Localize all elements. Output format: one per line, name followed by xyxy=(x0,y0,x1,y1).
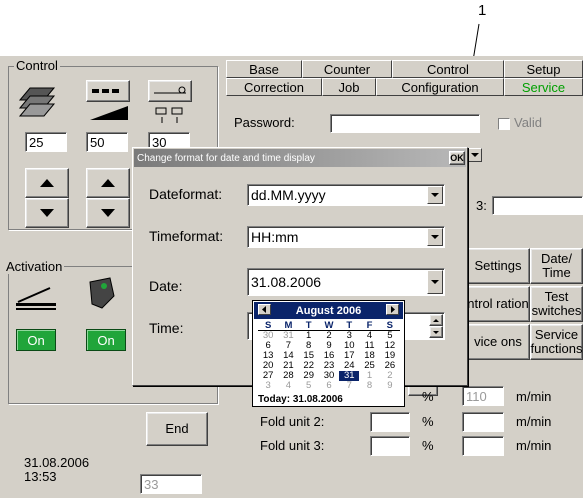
decrease-button-2[interactable] xyxy=(86,198,130,228)
calendar-day[interactable]: 6 xyxy=(319,381,339,391)
control-operation-button[interactable]: ntrol ration xyxy=(466,286,530,322)
dashes-icon xyxy=(92,89,119,93)
timeformat-label: Timeformat: xyxy=(149,228,224,244)
dateformat-label: Dateformat: xyxy=(149,186,223,202)
service-options-button[interactable]: vice ons xyxy=(466,324,530,360)
machine-icon xyxy=(84,276,124,312)
pattern-button[interactable] xyxy=(86,80,130,102)
ramp-icon xyxy=(88,104,130,122)
fold-unit-2-speed-unit: m/min xyxy=(516,414,552,429)
dateformat-dropdown-arrow[interactable] xyxy=(427,186,443,204)
end-button[interactable]: End xyxy=(146,412,208,446)
dialog-ok-button[interactable]: OK xyxy=(449,151,465,165)
decrease-button-1[interactable] xyxy=(25,198,69,228)
gauge-button[interactable] xyxy=(148,80,192,102)
calendar-popup: August 2006 S M T W T F S 30 31 1 2 3 4 5 6 7 8 9 10 11 12 13… xyxy=(252,300,405,407)
dropdown-arrow-button[interactable] xyxy=(468,148,482,162)
time-spin-down[interactable] xyxy=(429,326,443,338)
calendar-day[interactable]: 8 xyxy=(359,381,379,391)
up-arrow-icon xyxy=(101,179,115,187)
tab-base[interactable]: Base xyxy=(226,60,302,78)
date-dropdown-arrow[interactable] xyxy=(427,270,443,294)
calendar-day[interactable]: 7 xyxy=(339,381,359,391)
timeformat-select[interactable]: HH:mm xyxy=(247,226,445,248)
activation-group-title: Activation xyxy=(4,259,65,274)
password-label: Password: xyxy=(234,115,295,130)
calendar-prev-button[interactable] xyxy=(258,304,271,315)
fold-unit-3-pct-input[interactable] xyxy=(370,436,410,456)
tab-control[interactable]: Control xyxy=(392,60,504,78)
timeformat-dropdown-arrow[interactable] xyxy=(427,228,443,246)
increase-button-1[interactable] xyxy=(25,168,69,198)
test-switches-button[interactable]: Test switches xyxy=(530,286,583,322)
calendar-month: August 2006 xyxy=(295,304,362,317)
password-input[interactable] xyxy=(330,114,480,133)
fold-unit-2-label: Fold unit 2: xyxy=(260,414,325,429)
spin-down-icon xyxy=(433,330,439,334)
chevron-left-icon xyxy=(262,306,266,313)
calendar-next-button[interactable] xyxy=(386,304,399,315)
status-datetime: 31.08.2006 13:53 xyxy=(24,455,90,484)
settings-button[interactable]: Settings xyxy=(466,248,530,284)
control-value-1[interactable]: 25 xyxy=(25,132,67,152)
stack-icon xyxy=(14,80,58,124)
tab-configuration[interactable]: Configuration xyxy=(376,78,504,96)
fold-unit-2-speed-input[interactable] xyxy=(462,412,504,432)
activation-on-button-2[interactable]: On xyxy=(86,329,126,351)
date-label: Date: xyxy=(149,278,183,294)
date-value: 31.08.2006 xyxy=(251,274,322,290)
control-value-2[interactable]: 50 xyxy=(86,132,128,152)
fold-unit-3-pct-unit: % xyxy=(422,438,434,453)
dialog-title-bar: Change format for date and time display xyxy=(134,149,466,167)
control-group-title: Control xyxy=(14,58,60,73)
calendar-header: August 2006 xyxy=(254,302,403,319)
increase-button-2[interactable] xyxy=(86,168,130,198)
activation-on-button-1[interactable]: On xyxy=(16,329,56,351)
fold-unit-1-pct-unit: % xyxy=(422,389,434,404)
calendar-day[interactable]: 5 xyxy=(299,381,319,391)
fold-unit-2-pct-unit: % xyxy=(422,414,434,429)
time-label: Time: xyxy=(149,320,184,336)
calendar-today[interactable]: Today: 31.08.2006 xyxy=(258,394,343,405)
calendar-day[interactable]: 9 xyxy=(380,381,400,391)
fold-unit-3-speed-input[interactable] xyxy=(462,436,504,456)
timeformat-value: HH:mm xyxy=(251,229,299,245)
chevron-right-icon xyxy=(391,306,395,313)
gauge-icon xyxy=(154,86,186,94)
tab-job[interactable]: Job xyxy=(322,78,376,96)
date-picker[interactable]: 31.08.2006 xyxy=(247,268,445,296)
dialog-title: Change format for date and time display xyxy=(137,152,315,164)
fold-unit-3-label: Fold unit 3: xyxy=(260,438,325,453)
down-arrow-icon xyxy=(40,209,54,217)
up-arrow-icon xyxy=(40,179,54,187)
spacing-icon xyxy=(152,106,188,124)
down-arrow-icon xyxy=(101,209,115,217)
date-time-button[interactable]: Date/ Time xyxy=(530,248,583,284)
dateformat-select[interactable]: dd.MM.yyyy xyxy=(247,184,445,206)
tab-service[interactable]: Service xyxy=(504,78,583,96)
fold-unit-2-pct-input[interactable] xyxy=(370,412,410,432)
valid-label: Valid xyxy=(514,115,542,130)
spin-up-icon xyxy=(433,318,439,322)
tab-counter[interactable]: Counter xyxy=(302,60,392,78)
tab-setup[interactable]: Setup xyxy=(504,60,583,78)
feeder-icon xyxy=(14,282,58,312)
calendar-day[interactable]: 3 xyxy=(258,381,278,391)
time-spin-up[interactable] xyxy=(429,314,443,326)
fold-unit-1-speed-unit: m/min xyxy=(516,389,552,404)
tab-correction[interactable]: Correction xyxy=(226,78,322,96)
calendar-grid: S M T W T F S 30 31 1 2 3 4 5 6 7 8 9 10 11 12 13 14 15 16 17 18 19… xyxy=(258,321,400,391)
dateformat-value: dd.MM.yyyy xyxy=(251,187,326,203)
field-3-label: 3: xyxy=(476,198,487,213)
field-3-input[interactable] xyxy=(492,196,583,215)
calendar-day[interactable]: 4 xyxy=(278,381,298,391)
valid-checkbox[interactable] xyxy=(498,118,510,130)
fold-unit-1-speed[interactable]: 110 xyxy=(462,386,504,406)
service-functions-button[interactable]: Service functions xyxy=(530,324,583,360)
status-counter: 33 xyxy=(140,474,202,494)
fold-unit-3-speed-unit: m/min xyxy=(516,438,552,453)
